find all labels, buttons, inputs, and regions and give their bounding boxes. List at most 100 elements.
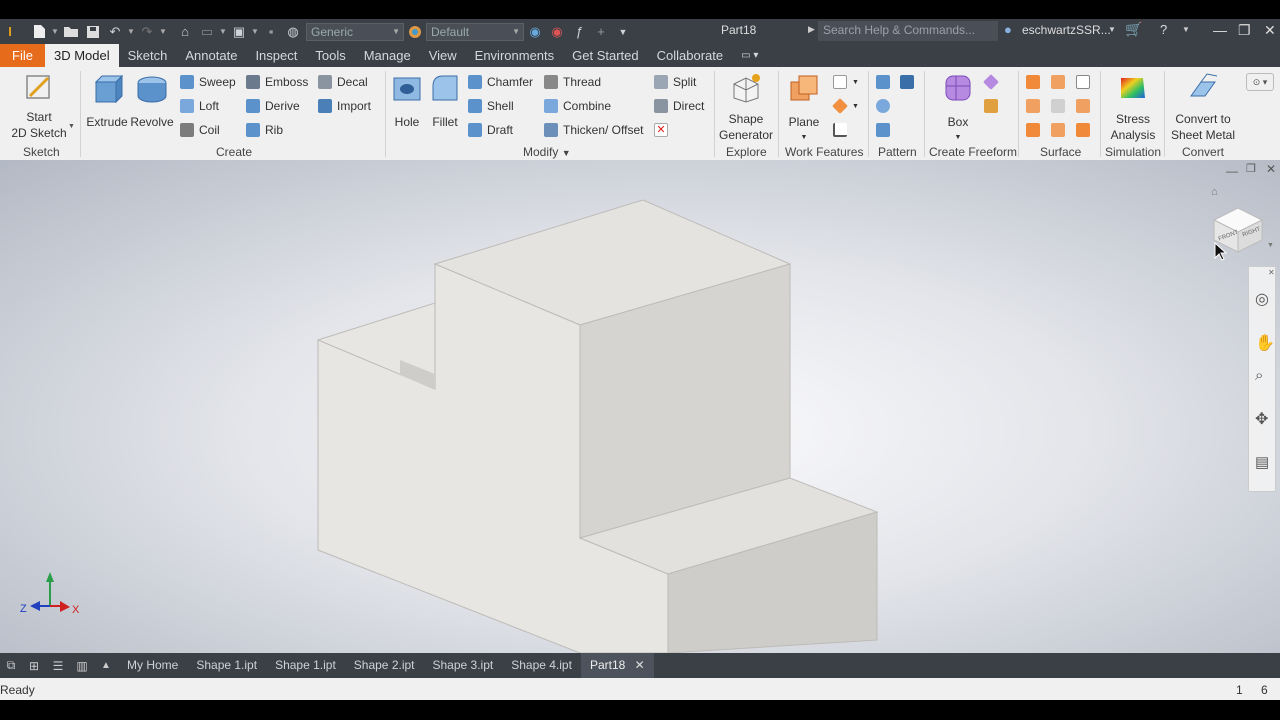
- update-icon[interactable]: ▭: [196, 21, 218, 43]
- modify-dropdown-icon[interactable]: ▼: [562, 148, 571, 158]
- home-icon[interactable]: ⌂: [174, 21, 196, 43]
- close-view-icon[interactable]: ✕: [1266, 162, 1276, 176]
- hole-button[interactable]: Hole: [388, 72, 426, 130]
- split-button[interactable]: Split: [654, 73, 696, 91]
- doc-tab-shape-1b[interactable]: Shape 1.ipt: [266, 653, 345, 678]
- steering-wheel-icon[interactable]: ◎: [1255, 289, 1269, 309]
- thicken-offset-button[interactable]: Thicken/ Offset: [544, 121, 643, 139]
- orbit-icon[interactable]: ✥: [1255, 409, 1268, 429]
- new-dropdown-icon[interactable]: ▼: [50, 27, 60, 36]
- user-dropdown-icon[interactable]: ▼: [1108, 25, 1116, 34]
- minimize-icon[interactable]: —: [1213, 22, 1227, 38]
- tab-tools[interactable]: Tools: [306, 44, 354, 67]
- close-tab-icon[interactable]: ✕: [635, 658, 645, 672]
- decal-button[interactable]: Decal: [318, 73, 368, 91]
- ruled-surface-button[interactable]: [1051, 121, 1065, 139]
- tab-manage[interactable]: Manage: [355, 44, 420, 67]
- shell-button[interactable]: Shell: [468, 97, 514, 115]
- save-icon[interactable]: [82, 21, 104, 43]
- tab-annotate[interactable]: Annotate: [176, 44, 246, 67]
- cascade-icon[interactable]: ⧉: [0, 658, 22, 673]
- sculpt-button[interactable]: [1051, 73, 1065, 91]
- search-input[interactable]: Search Help & Commands...: [818, 21, 998, 41]
- freeform-convert-button[interactable]: [984, 97, 998, 115]
- material-combo[interactable]: Default ▼: [426, 22, 524, 41]
- convert-sheet-metal-button[interactable]: Convert to Sheet Metal: [1166, 72, 1240, 143]
- tab-sketch[interactable]: Sketch: [119, 44, 177, 67]
- direct-button[interactable]: Direct: [654, 97, 704, 115]
- doc-tab-shape-3[interactable]: Shape 3.ipt: [424, 653, 503, 678]
- ucs-button[interactable]: [833, 121, 847, 139]
- tab-environments[interactable]: Environments: [466, 44, 563, 67]
- search-expand-icon[interactable]: ▶: [808, 24, 815, 35]
- function-icon[interactable]: ƒ: [568, 21, 590, 43]
- undo-dropdown-icon[interactable]: ▼: [126, 27, 136, 36]
- replace-face-button[interactable]: [1076, 121, 1090, 139]
- stitch-button[interactable]: [1026, 73, 1040, 91]
- cart-icon[interactable]: 🛒: [1125, 21, 1142, 38]
- user-name[interactable]: eschwartzSSR...: [1022, 23, 1111, 37]
- freeform-edit-button[interactable]: [983, 73, 999, 91]
- look-at-icon[interactable]: ▤: [1255, 453, 1269, 471]
- select-dropdown-icon[interactable]: ▼: [250, 27, 260, 36]
- freeform-box-button[interactable]: Box ▼: [937, 72, 979, 146]
- appearance-combo[interactable]: Generic ▼: [306, 22, 404, 41]
- tile-icon[interactable]: ⊞: [22, 659, 46, 673]
- plane-dropdown-icon[interactable]: ▼: [783, 130, 825, 146]
- doc-tab-shape-1[interactable]: Shape 1.ipt: [187, 653, 266, 678]
- rectangular-pattern-button[interactable]: [876, 73, 890, 91]
- import-button[interactable]: Import: [318, 97, 371, 115]
- tab-get-started[interactable]: Get Started: [563, 44, 647, 67]
- axis-dropdown-icon[interactable]: ▼: [852, 79, 859, 86]
- derive-button[interactable]: Derive: [246, 97, 300, 115]
- color-wheel-icon[interactable]: [404, 21, 426, 43]
- tab-3d-model[interactable]: 3D Model: [45, 44, 119, 67]
- model-canvas[interactable]: [0, 160, 1280, 653]
- stress-analysis-button[interactable]: Stress Analysis: [1104, 72, 1162, 143]
- shape-generator-button[interactable]: Shape Generator: [716, 72, 776, 143]
- loft-button[interactable]: Loft: [180, 97, 219, 115]
- delete-face-button[interactable]: ✕: [654, 121, 668, 139]
- close-icon[interactable]: ✕: [1264, 22, 1276, 39]
- circular-pattern-button[interactable]: [876, 97, 890, 115]
- redo-icon[interactable]: ↷: [136, 21, 158, 43]
- trim-button[interactable]: [1026, 97, 1040, 115]
- globe-icon[interactable]: ◍: [282, 21, 304, 43]
- clear-icon[interactable]: ◉: [546, 21, 568, 43]
- graphics-viewport[interactable]: — ❐ ✕ ⌂ FRONT RIGHT ▼ ✕ ◎ ✋ ⌕ ✥ ▤ Z X: [0, 160, 1280, 653]
- new-file-icon[interactable]: [28, 21, 50, 43]
- arrange-vertical-icon[interactable]: ▥: [70, 659, 94, 673]
- undo-icon[interactable]: ↶: [104, 21, 126, 43]
- restore-view-icon[interactable]: ❐: [1246, 162, 1256, 175]
- panel-label-modify[interactable]: Modify ▼: [523, 145, 571, 159]
- doc-tab-shape-4[interactable]: Shape 4.ipt: [502, 653, 581, 678]
- update-dropdown-icon[interactable]: ▼: [218, 27, 228, 36]
- chamfer-button[interactable]: Chamfer: [468, 73, 533, 91]
- fillet-button[interactable]: Fillet: [426, 72, 464, 130]
- thread-button[interactable]: Thread: [544, 73, 601, 91]
- point-dropdown-icon[interactable]: ▼: [852, 103, 859, 110]
- viewcube-home-icon[interactable]: ⌂: [1211, 186, 1218, 198]
- measure-icon[interactable]: ▪: [260, 21, 282, 43]
- zoom-icon[interactable]: ⌕: [1255, 367, 1263, 384]
- help-dropdown-icon[interactable]: ▼: [1182, 25, 1190, 34]
- ribbon-expand-button[interactable]: ⊙ ▾: [1246, 73, 1274, 91]
- plane-button[interactable]: Plane ▼: [783, 72, 825, 146]
- tab-view[interactable]: View: [420, 44, 466, 67]
- draft-button[interactable]: Draft: [468, 121, 513, 139]
- sketch-dropdown-icon[interactable]: ▼: [68, 123, 75, 130]
- arrange-horizontal-icon[interactable]: ☰: [46, 659, 70, 673]
- doc-list-icon[interactable]: ▲: [94, 660, 118, 671]
- sketch-driven-pattern-button[interactable]: [876, 121, 890, 139]
- select-icon[interactable]: ▣: [228, 21, 250, 43]
- box-dropdown-icon[interactable]: ▼: [937, 130, 979, 146]
- extrude-button[interactable]: Extrude: [85, 72, 129, 130]
- delete-face-surface-button[interactable]: [1051, 97, 1065, 115]
- mirror-button[interactable]: [900, 73, 914, 91]
- doc-tab-my-home[interactable]: My Home: [118, 653, 187, 678]
- customize-dropdown-icon[interactable]: ▼: [612, 21, 634, 43]
- emboss-button[interactable]: Emboss: [246, 73, 308, 91]
- pan-icon[interactable]: ✋: [1255, 333, 1275, 353]
- restore-icon[interactable]: ❐: [1238, 22, 1251, 39]
- minimize-view-icon[interactable]: —: [1226, 164, 1238, 178]
